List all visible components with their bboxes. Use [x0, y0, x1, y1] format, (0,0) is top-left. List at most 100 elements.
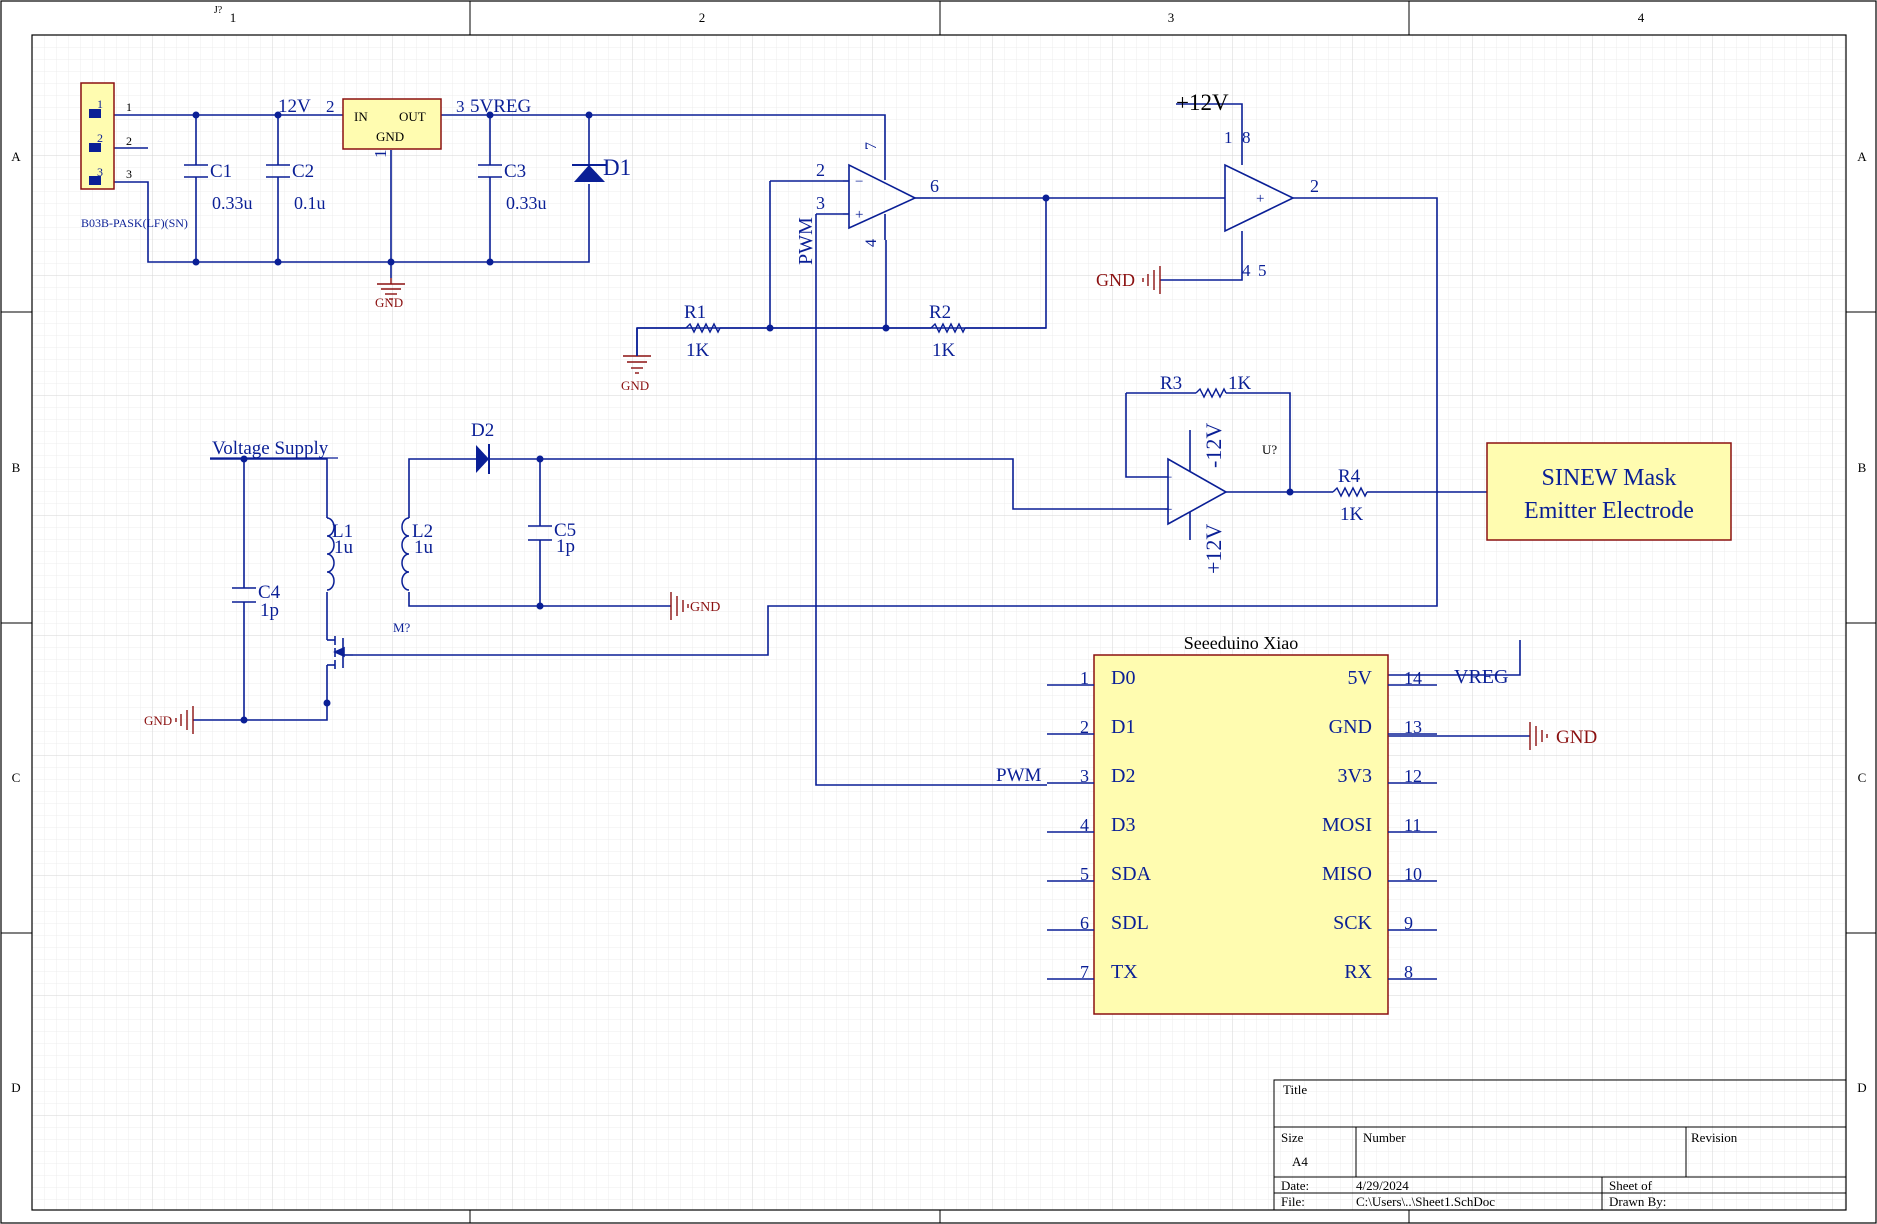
connector-pin-3: 3	[126, 167, 132, 181]
gnd-label-supply: GND	[144, 713, 172, 728]
opamp1-out-pin: 6	[930, 176, 939, 196]
r2-value: 1K	[932, 340, 956, 361]
opamp1-vpos-pin: 7	[863, 142, 880, 150]
opamp1-plus: +	[855, 207, 863, 223]
regulator-pin-out: 3	[456, 97, 465, 116]
r3-ref: R3	[1160, 373, 1182, 394]
r3-value: 1K	[1228, 373, 1252, 394]
number-label: Number	[1363, 1130, 1406, 1145]
net-label-plus12v-opamp3: +12V	[1201, 524, 1226, 574]
mcu-right-pin-number: 12	[1404, 766, 1422, 786]
mcu-left-pin-number: 1	[1080, 668, 1089, 688]
mcu-left-pin-number: 5	[1080, 864, 1089, 884]
l2-value: 1u	[414, 537, 434, 558]
gnd-label-opamp2: GND	[1096, 270, 1135, 290]
opamp3-plus: +	[1164, 502, 1172, 518]
connector-pin-2: 2	[126, 134, 132, 148]
net-label-pwm-vertical: PWM	[795, 217, 817, 265]
d1-ref: D1	[603, 155, 631, 180]
c2-value: 0.1u	[294, 193, 326, 213]
opamp2-pin5: 5	[1258, 261, 1267, 280]
opamp1-minus-pin: 2	[816, 160, 825, 180]
mcu-right-pin-label: MOSI	[1322, 814, 1372, 836]
mcu-left-pin-label: D2	[1111, 765, 1135, 787]
mcu-left-pin-number: 2	[1080, 717, 1089, 737]
opamp3-minus: −	[1164, 470, 1172, 486]
row-label-a: A	[11, 149, 21, 164]
title-label: Title	[1283, 1082, 1307, 1097]
r4-ref: R4	[1338, 466, 1361, 487]
net-label-vreg-mcu: VREG	[1454, 666, 1508, 688]
regulator-in-label: IN	[354, 109, 368, 124]
c1-ref: C1	[210, 161, 232, 182]
mcu-right-pin-number: 10	[1404, 864, 1422, 884]
net-label-minus12v: -12V	[1201, 423, 1226, 468]
mcu-right-pin-label: RX	[1344, 961, 1372, 983]
mcu-left-pin-label: D3	[1111, 814, 1135, 836]
revision-label: Revision	[1691, 1130, 1738, 1145]
mcu-right-pin-number: 11	[1404, 815, 1421, 835]
regulator-pin-gnd: 1	[371, 150, 390, 159]
connector-pin-1-inner: 1	[97, 97, 103, 111]
row-label-b: B	[12, 460, 21, 475]
regulator-pin-in: 2	[326, 97, 335, 116]
c3-value: 0.33u	[506, 193, 547, 213]
gnd-label-c5: GND	[690, 600, 720, 615]
mcu-left-pin-label: TX	[1111, 961, 1138, 983]
opamp2-pin4: 4	[1242, 261, 1251, 280]
row-label-d-right: D	[1857, 1080, 1866, 1095]
row-label-c: C	[12, 770, 21, 785]
mcu-left-pin-number: 6	[1080, 913, 1089, 933]
opamp2-pin1: 1	[1224, 128, 1233, 147]
mcu-right-pin-label: MISO	[1322, 863, 1372, 885]
net-label-plus12v-top: +12V	[1176, 90, 1229, 115]
col-label-3: 3	[1168, 10, 1175, 25]
mcu-right-pin-number: 13	[1404, 717, 1422, 737]
mcu-right-pin-number: 14	[1404, 668, 1422, 688]
r2-ref: R2	[929, 302, 951, 323]
mcu-left-pin-number: 3	[1080, 766, 1089, 786]
mcu-right-pin-label: 5V	[1348, 667, 1373, 689]
opamp1-vneg-pin: 4	[863, 239, 880, 247]
voltage-regulator[interactable]: IN OUT GND	[342, 98, 442, 150]
net-label-12v: 12V	[278, 96, 311, 117]
mcu-left-pin-number: 7	[1080, 962, 1089, 982]
regulator-gnd-label: GND	[376, 129, 404, 144]
net-label-5vreg: 5VREG	[470, 96, 532, 117]
size-label: Size	[1281, 1130, 1304, 1145]
file-label: File:	[1281, 1194, 1305, 1209]
emitter-electrode-block[interactable]: SINEW Mask Emitter Electrode	[1486, 442, 1732, 541]
l1-value: 1u	[334, 537, 354, 558]
connector-part-name: B03B-PASK(LF)(SN)	[81, 216, 188, 230]
mcu-right-pin-label: 3V3	[1338, 765, 1372, 787]
mcu-left-pin-label: D1	[1111, 716, 1135, 738]
connector-pin-2-inner: 2	[97, 131, 103, 145]
mcu-right-pin-label: GND	[1329, 716, 1372, 738]
opamp1-minus: −	[855, 174, 863, 190]
row-label-a-right: A	[1857, 149, 1867, 164]
mcu-left-pin-label: D0	[1111, 667, 1135, 689]
gnd-label-r1: GND	[621, 378, 649, 393]
row-label-d: D	[11, 1080, 20, 1095]
mosfet-ref: M?	[393, 620, 411, 635]
mcu-right-pin-label: SCK	[1333, 912, 1372, 934]
sheet-label: Sheet of	[1609, 1178, 1653, 1193]
mcu-left-pin-label: SDA	[1111, 863, 1152, 885]
opamp2-out-pin: 2	[1310, 176, 1319, 196]
drawn-by-label: Drawn By:	[1609, 1194, 1666, 1209]
file-value: C:\Users\..\Sheet1.SchDoc	[1356, 1194, 1495, 1209]
net-label-pwm-mcu: PWM	[996, 765, 1042, 786]
regulator-out-label: OUT	[399, 109, 426, 124]
opamp2-pin8: 8	[1242, 128, 1251, 147]
gnd-label-mcu: GND	[1556, 727, 1597, 748]
col-label-2: 2	[699, 10, 706, 25]
opamp2-plus: +	[1256, 191, 1264, 207]
opamp1-plus-pin: 3	[816, 193, 825, 213]
d2-ref: D2	[471, 420, 494, 441]
schematic-sheet: J? 1 2 3 4 A B C D A B C D Title Size A4…	[0, 0, 1877, 1224]
mcu-right-pin-number: 8	[1404, 962, 1413, 982]
connector-pin-3-inner: 3	[97, 165, 103, 179]
col-label-4: 4	[1638, 10, 1645, 25]
emitter-line-2: Emitter Electrode	[1524, 498, 1694, 524]
row-label-c-right: C	[1858, 770, 1867, 785]
